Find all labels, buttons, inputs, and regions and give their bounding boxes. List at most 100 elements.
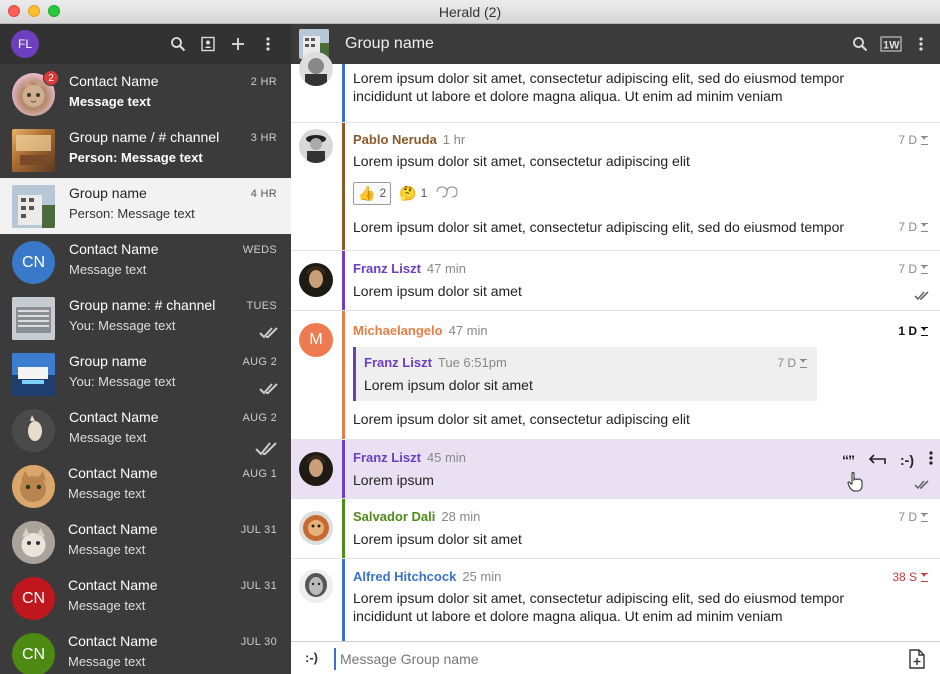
message-actions: “” :-)	[842, 450, 934, 469]
message-item[interactable]: Lorem ipsum dolor sit amet, consectetur …	[291, 52, 940, 123]
reply-icon[interactable]	[868, 452, 886, 468]
reaction-count: 1	[420, 186, 428, 200]
message-time: 28 min	[441, 509, 481, 524]
conversation-name: Contact Name	[69, 73, 159, 89]
chat-panel: Group name 1W Lorem ipsum dolor sit amet…	[291, 24, 940, 674]
reaction-emoji[interactable]: 🤔 1	[399, 185, 427, 202]
conversation-item[interactable]: Group name / # channel Person: Message t…	[0, 122, 291, 178]
emoji-react-icon[interactable]: :-)	[900, 452, 914, 468]
conversation-item[interactable]: Group name: # channel You: Message text …	[0, 290, 291, 346]
quote-icon[interactable]: “”	[842, 452, 855, 468]
conversation-time: AUG 2	[242, 356, 277, 368]
contacts-icon[interactable]	[198, 34, 218, 54]
hourglass-icon	[921, 326, 928, 336]
hand-cursor-icon	[847, 472, 863, 497]
expiry-timer: 7 D	[777, 356, 807, 370]
quoted-message[interactable]: Franz Liszt Tue 6:51pm 7 D Lorem ipsum do…	[353, 347, 817, 401]
expiry-timer: 7 D	[898, 510, 928, 524]
expiry-label: 7 D	[898, 262, 917, 276]
sender-avatar	[299, 569, 333, 603]
message-item[interactable]: Salvador Dali 28 min 7 D Lorem ipsum dolo…	[291, 499, 940, 559]
conversation-preview: You: Message text	[69, 318, 176, 333]
expiry-label: 1 D	[898, 324, 917, 338]
conversation-item[interactable]: CN Contact Name Message text JUL 31	[0, 570, 291, 626]
expiry-timer: 1 D	[898, 324, 928, 338]
conversation-time: JUL 30	[240, 636, 277, 648]
emoji-picker-button[interactable]: :-)	[305, 650, 318, 665]
message-time: 47 min	[448, 323, 488, 338]
hourglass-icon	[921, 264, 928, 274]
conversation-preview: Message text	[69, 430, 147, 445]
message-item[interactable]: Pablo Neruda 1 hr 7 D Lorem ipsum dolor s…	[291, 123, 940, 251]
conversation-item[interactable]: CN Contact Name Message text JUL 30	[0, 626, 291, 674]
conversation-name: Contact Name	[68, 465, 158, 481]
conversation-time: JUL 31	[240, 524, 277, 536]
contact-avatar: CN	[12, 241, 55, 284]
sender-color-bar	[342, 440, 345, 498]
sender-avatar	[299, 52, 333, 86]
conversation-item[interactable]: Contact Name Message text AUG 1	[0, 458, 291, 514]
attach-file-icon[interactable]	[908, 649, 926, 674]
sender-color-bar	[342, 123, 345, 250]
message-body: Lorem ipsum	[353, 472, 434, 488]
1w-icon[interactable]: 1W	[880, 34, 902, 54]
message-input[interactable]	[334, 648, 894, 670]
contact-avatar	[12, 521, 55, 564]
group-avatar	[12, 129, 55, 172]
conversation-time: TUES	[246, 300, 277, 312]
conversation-item[interactable]: CN Contact Name Message text WEDS	[0, 234, 291, 290]
conversation-time: AUG 1	[242, 468, 277, 480]
search-icon[interactable]	[168, 34, 188, 54]
message-time: 47 min	[426, 261, 466, 276]
message-item[interactable]: Alfred Hitchcock 25 min 38 S Lorem ipsum …	[291, 559, 940, 641]
more-icon[interactable]	[911, 34, 931, 54]
hourglass-icon	[921, 572, 928, 582]
unread-badge: 2	[43, 70, 59, 86]
message-time: 25 min	[462, 569, 502, 584]
add-reaction-icon[interactable]	[435, 185, 459, 201]
message-item[interactable]: M Michaelangelo 47 min 1 D Franz Liszt Tue…	[291, 311, 940, 440]
sender-name: Michaelangelo 47 min	[353, 323, 488, 338]
expiry-label: 7 D	[898, 133, 917, 147]
expiry-label: 7 D	[898, 510, 917, 524]
conversation-preview: Message text	[68, 598, 146, 613]
group-avatar	[12, 185, 55, 228]
more-icon[interactable]	[928, 450, 934, 469]
sender-name: Salvador Dali 28 min	[353, 509, 480, 524]
message-item-hovered[interactable]: Franz Liszt 45 min Lorem ipsum “” :-)	[291, 440, 940, 499]
conversation-name: Group name / # channel	[69, 129, 220, 145]
quote-body: Lorem ipsum dolor sit amet	[364, 377, 533, 393]
conversation-name: Contact Name	[68, 577, 158, 593]
reaction-thumbs-up[interactable]: 👍 2	[353, 181, 392, 205]
conversation-item-selected[interactable]: Group name Person: Message text 4 HR	[0, 178, 291, 234]
sender-name-text: Michaelangelo	[353, 323, 443, 338]
conversation-item[interactable]: Group name You: Message text AUG 2	[0, 346, 291, 402]
sender-color-bar	[342, 251, 345, 310]
window-title: Herald (2)	[438, 4, 502, 20]
conversation-name: Contact Name	[69, 241, 159, 257]
sender-color-bar	[342, 559, 345, 641]
my-avatar[interactable]: FL	[11, 30, 39, 58]
sender-name: Franz Liszt 45 min	[353, 450, 466, 465]
message-item[interactable]: Franz Liszt 47 min 7 D Lorem ipsum dolor …	[291, 251, 940, 311]
hourglass-icon	[921, 222, 928, 232]
message-body: Lorem ipsum dolor sit amet, consectetur …	[353, 153, 690, 169]
message-body: Lorem ipsum dolor sit amet, consectetur …	[353, 590, 845, 624]
reaction-bar: 👍 2 🤔 1	[353, 181, 459, 205]
add-icon[interactable]	[228, 34, 248, 54]
conversation-item[interactable]: Contact Name Message text AUG 2	[0, 402, 291, 458]
conversation-time: 2 HR	[250, 76, 277, 88]
conversation-time: 4 HR	[250, 188, 277, 200]
conversation-item[interactable]: 2 Contact Name Message text 2 HR	[0, 66, 291, 122]
conversation-preview: Message text	[69, 262, 147, 277]
reaction-count: 2	[379, 186, 387, 200]
sender-name-text: Salvador Dali	[353, 509, 436, 524]
conversation-name: Group name	[69, 185, 147, 201]
sender-name: Pablo Neruda 1 hr	[353, 132, 465, 147]
sender-avatar	[299, 511, 333, 545]
message-body: Lorem ipsum dolor sit amet	[353, 531, 522, 547]
conversation-item[interactable]: Contact Name Message text JUL 31	[0, 514, 291, 570]
search-icon[interactable]	[850, 34, 870, 54]
sender-name-text: Franz Liszt	[353, 450, 421, 465]
more-icon[interactable]	[258, 34, 278, 54]
